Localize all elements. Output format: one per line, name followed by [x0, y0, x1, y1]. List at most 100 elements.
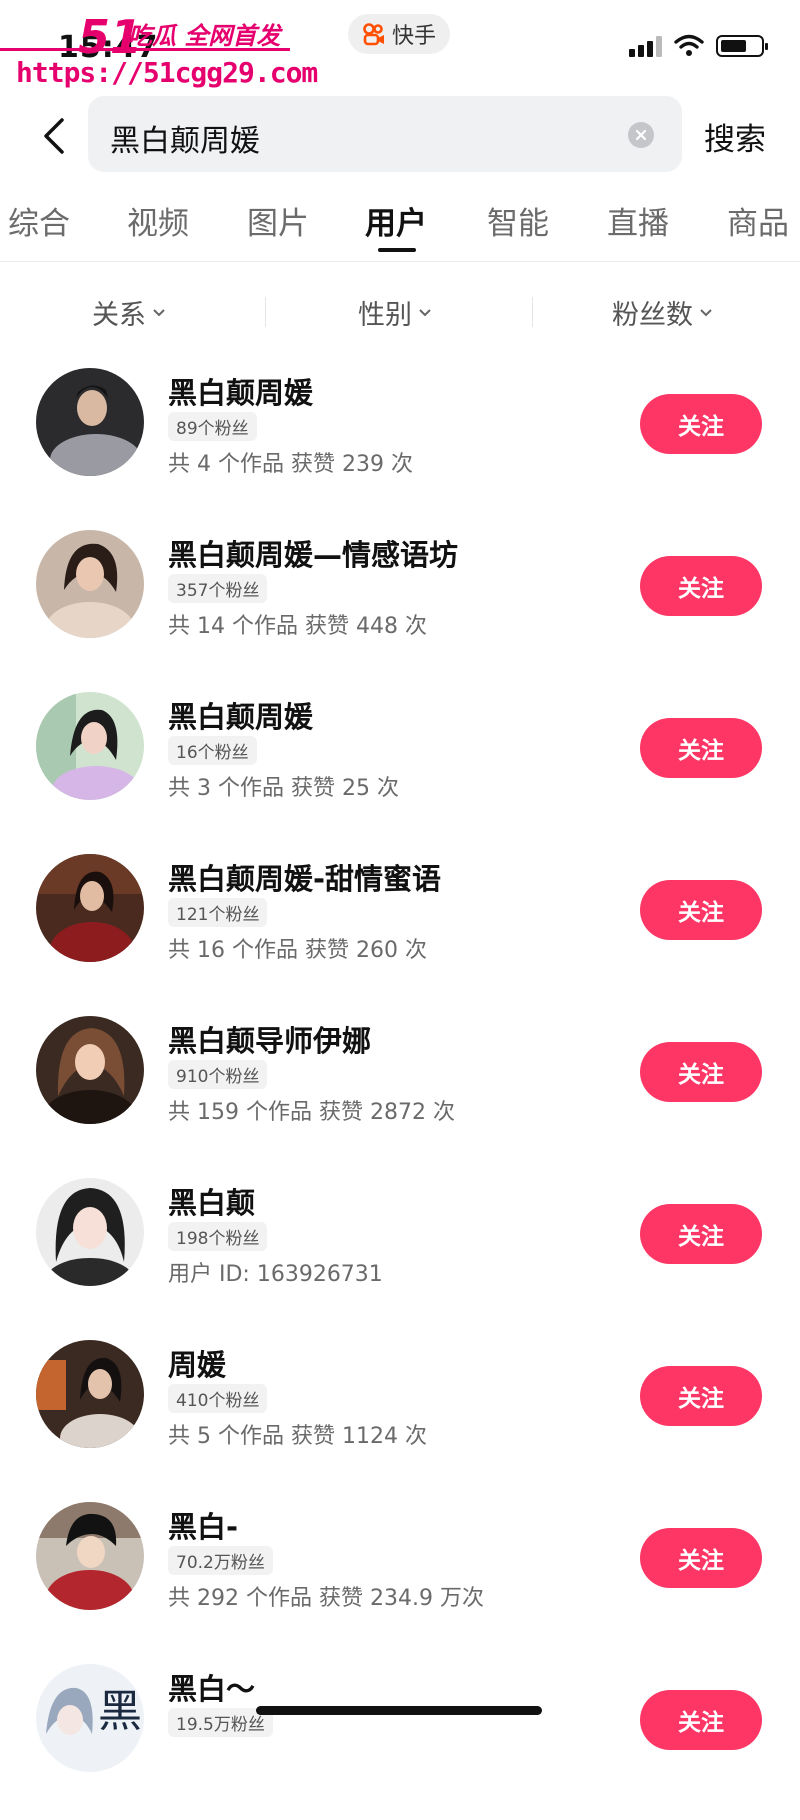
avatar-image	[36, 1016, 144, 1124]
fans-count-badge: 70.2万粉丝	[168, 1546, 273, 1575]
svg-text:黑: 黑	[98, 1686, 142, 1737]
list-item[interactable]: 黑白颠 198个粉丝 用户 ID: 163926731 关注	[0, 1172, 800, 1334]
follow-button[interactable]: 关注	[640, 1042, 762, 1102]
tab-comprehensive[interactable]: 综合	[8, 198, 70, 243]
search-query: 黑白颠周媛	[110, 124, 260, 159]
filter-divider	[265, 297, 266, 327]
user-stats: 共 4 个作品 获赞 239 次	[168, 452, 413, 477]
avatar-image	[36, 1178, 144, 1286]
status-time: 15:47	[58, 30, 159, 65]
fans-count-badge: 198个粉丝	[168, 1222, 268, 1251]
filter-bar: 关系 性别 粉丝数	[0, 285, 800, 337]
avatar[interactable]	[36, 854, 144, 962]
avatar-image	[36, 530, 144, 638]
follow-button[interactable]: 关注	[640, 394, 762, 454]
user-name[interactable]: 黑白颠	[168, 1180, 255, 1222]
tab-users[interactable]: 用户	[365, 198, 427, 243]
filter-fans-count[interactable]: 粉丝数	[612, 293, 713, 332]
list-item[interactable]: 黑白颠周媛—情感语坊 357个粉丝 共 14 个作品 获赞 448 次 关注	[0, 524, 800, 686]
fans-count-badge: 910个粉丝	[168, 1060, 268, 1089]
filter-label: 性别	[358, 300, 412, 331]
avatar[interactable]	[36, 1502, 144, 1610]
list-item[interactable]: 黑 黑白～ 19.5万粉丝 关注	[0, 1658, 800, 1820]
avatar-image	[36, 1502, 144, 1610]
chevron-down-icon	[700, 308, 712, 316]
kuaishou-logo-icon	[363, 23, 384, 46]
list-item[interactable]: 黑白颠导师伊娜 910个粉丝 共 159 个作品 获赞 2872 次 关注	[0, 1010, 800, 1172]
follow-button[interactable]: 关注	[640, 1690, 762, 1750]
avatar[interactable]: 黑	[36, 1664, 144, 1772]
avatar[interactable]	[36, 1178, 144, 1286]
list-item[interactable]: 周媛 410个粉丝 共 5 个作品 获赞 1124 次 关注	[0, 1334, 800, 1496]
tab-video[interactable]: 视频	[127, 198, 189, 243]
fans-count-badge: 410个粉丝	[168, 1384, 268, 1413]
back-button[interactable]	[34, 112, 74, 160]
wifi-icon	[674, 34, 704, 56]
user-name[interactable]: 黑白-	[168, 1504, 238, 1546]
user-stats: 共 16 个作品 获赞 260 次	[168, 938, 427, 963]
follow-button[interactable]: 关注	[640, 880, 762, 940]
follow-button[interactable]: 关注	[640, 1528, 762, 1588]
avatar[interactable]	[36, 368, 144, 476]
user-name[interactable]: 黑白颠周媛-甜情蜜语	[168, 856, 441, 898]
follow-button[interactable]: 关注	[640, 718, 762, 778]
list-item[interactable]: 黑白- 70.2万粉丝 共 292 个作品 获赞 234.9 万次 关注	[0, 1496, 800, 1658]
filter-divider	[532, 297, 533, 327]
list-item[interactable]: 黑白颠周媛 89个粉丝 共 4 个作品 获赞 239 次 关注	[0, 362, 800, 524]
avatar[interactable]	[36, 1340, 144, 1448]
search-input[interactable]: 黑白颠周媛	[88, 96, 682, 172]
user-name[interactable]: 周媛	[168, 1342, 226, 1384]
user-name[interactable]: 黑白颠周媛	[168, 694, 313, 736]
avatar[interactable]	[36, 1016, 144, 1124]
chevron-down-icon	[419, 308, 431, 316]
result-tabs: 综合 视频 图片 用户 智能 直播 商品	[0, 198, 800, 262]
filter-gender[interactable]: 性别	[358, 293, 432, 332]
clear-icon	[635, 129, 647, 141]
avatar-image	[36, 854, 144, 962]
signal-icon	[629, 35, 662, 57]
tabs-divider	[0, 261, 800, 262]
avatar[interactable]	[36, 530, 144, 638]
tab-live[interactable]: 直播	[607, 198, 669, 243]
user-name[interactable]: 黑白颠周媛—情感语坊	[168, 532, 458, 574]
avatar[interactable]	[36, 692, 144, 800]
follow-button[interactable]: 关注	[640, 1204, 762, 1264]
user-stats: 用户 ID: 163926731	[168, 1262, 383, 1287]
user-stats: 共 14 个作品 获赞 448 次	[168, 614, 427, 639]
list-item[interactable]: 黑白颠周媛-甜情蜜语 121个粉丝 共 16 个作品 获赞 260 次 关注	[0, 848, 800, 1010]
user-stats: 共 3 个作品 获赞 25 次	[168, 776, 399, 801]
list-item[interactable]: 黑白颠周媛 16个粉丝 共 3 个作品 获赞 25 次 关注	[0, 686, 800, 848]
tab-smart[interactable]: 智能	[487, 198, 549, 243]
back-chevron-icon	[44, 118, 64, 154]
search-button[interactable]: 搜索	[704, 114, 766, 159]
filter-label: 关系	[92, 300, 146, 331]
fans-count-badge: 16个粉丝	[168, 736, 257, 765]
filter-relationship[interactable]: 关系	[92, 293, 166, 332]
fans-count-badge: 121个粉丝	[168, 898, 268, 927]
user-stats: 共 159 个作品 获赞 2872 次	[168, 1100, 455, 1125]
status-bar: 15:47 快手	[0, 0, 800, 90]
home-indicator[interactable]	[256, 1706, 542, 1715]
user-name[interactable]: 黑白颠导师伊娜	[168, 1018, 371, 1060]
app-pill[interactable]: 快手	[348, 14, 450, 54]
follow-button[interactable]: 关注	[640, 556, 762, 616]
chevron-down-icon	[153, 308, 165, 316]
filter-label: 粉丝数	[612, 300, 693, 331]
avatar-image	[36, 1340, 144, 1448]
tab-products[interactable]: 商品	[727, 198, 789, 243]
battery-icon	[716, 35, 768, 57]
fans-count-badge: 357个粉丝	[168, 574, 268, 603]
user-stats: 共 5 个作品 获赞 1124 次	[168, 1424, 427, 1449]
system-icons	[629, 34, 768, 58]
user-stats: 共 292 个作品 获赞 234.9 万次	[168, 1586, 484, 1611]
user-name[interactable]: 黑白～	[168, 1666, 255, 1708]
user-name[interactable]: 黑白颠周媛	[168, 370, 313, 412]
tab-images[interactable]: 图片	[247, 198, 309, 243]
clear-button[interactable]	[628, 122, 654, 148]
app-name: 快手	[391, 24, 436, 49]
fans-count-badge: 89个粉丝	[168, 412, 257, 441]
follow-button[interactable]: 关注	[640, 1366, 762, 1426]
avatar-image: 黑	[36, 1664, 144, 1772]
avatar-image	[36, 692, 144, 800]
active-tab-indicator	[378, 248, 416, 252]
